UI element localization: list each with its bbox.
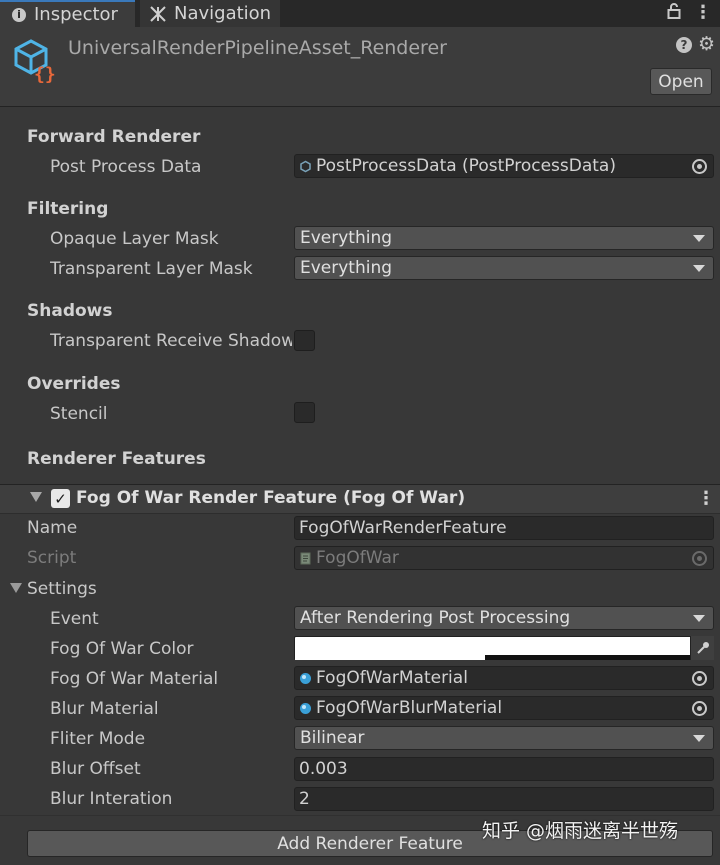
fog-color-alpha-fill	[295, 655, 485, 660]
blur-iteration-value: 2	[299, 789, 310, 809]
material-icon	[300, 702, 311, 714]
renderer-features-heading: Renderer Features	[27, 449, 206, 469]
stencil-checkbox[interactable]	[294, 402, 315, 423]
transparent-receive-shadows-label: Transparent Receive Shadows	[50, 331, 292, 351]
opaque-layer-mask-dropdown[interactable]: Everything	[294, 226, 714, 250]
fog-material-field[interactable]: FogOfWarMaterial	[294, 666, 714, 690]
feature-menu-icon[interactable]: ⋮	[697, 488, 715, 509]
blur-material-value: FogOfWarBlurMaterial	[316, 698, 503, 718]
script-asset-icon: {}	[12, 37, 58, 85]
chevron-down-icon	[693, 735, 705, 742]
feature-enabled-checkbox[interactable]: ✓	[51, 489, 70, 508]
blur-offset-label: Blur Offset	[50, 759, 141, 779]
filter-mode-label: Fliter Mode	[50, 729, 146, 749]
opaque-layer-mask-label: Opaque Layer Mask	[50, 229, 219, 249]
object-picker-icon[interactable]	[692, 671, 707, 686]
transparent-layer-mask-value: Everything	[300, 258, 393, 278]
script-field: FogOfWar	[294, 546, 714, 570]
event-value: After Rendering Post Processing	[300, 608, 571, 628]
fog-color-label: Fog Of War Color	[50, 639, 194, 659]
chevron-down-icon	[693, 615, 705, 622]
blur-offset-field[interactable]: 0.003	[294, 757, 714, 781]
tab-inspector-label: Inspector	[34, 4, 118, 25]
script-label: Script	[27, 548, 77, 568]
name-field[interactable]: FogOfWarRenderFeature	[294, 516, 714, 540]
fog-material-label: Fog Of War Material	[50, 669, 219, 689]
navigation-icon	[150, 5, 166, 22]
post-process-field[interactable]: PostProcessData (PostProcessData)	[294, 154, 714, 178]
opaque-layer-mask-value: Everything	[300, 228, 393, 248]
svg-text:{}: {}	[34, 64, 56, 83]
transparent-layer-mask-label: Transparent Layer Mask	[50, 259, 253, 279]
chevron-down-icon	[693, 265, 705, 272]
name-label: Name	[27, 518, 78, 538]
blur-iteration-label: Blur Interation	[50, 789, 173, 809]
transparent-layer-mask-dropdown[interactable]: Everything	[294, 256, 714, 280]
event-label: Event	[50, 609, 99, 629]
script-file-icon	[300, 552, 311, 564]
open-button[interactable]: Open	[650, 68, 712, 95]
script-value: FogOfWar	[316, 548, 399, 568]
blur-material-field[interactable]: FogOfWarBlurMaterial	[294, 696, 714, 720]
blur-iteration-field[interactable]: 2	[294, 787, 714, 811]
lock-icon[interactable]	[667, 3, 681, 23]
name-value: FogOfWarRenderFeature	[299, 518, 507, 538]
settings-label[interactable]: Settings	[27, 579, 267, 599]
settings-foldout-icon[interactable]	[10, 583, 22, 593]
chevron-down-icon	[693, 235, 705, 242]
shadows-heading: Shadows	[27, 301, 113, 321]
gear-icon[interactable]: ⚙	[698, 33, 715, 55]
blur-offset-value: 0.003	[299, 759, 348, 779]
tab-navigation[interactable]: Navigation	[140, 0, 280, 27]
kebab-icon[interactable]: ⋮	[694, 2, 712, 23]
info-icon: i	[12, 7, 26, 22]
event-dropdown[interactable]: After Rendering Post Processing	[294, 606, 714, 630]
asset-title: UniversalRenderPipelineAsset_Renderer	[68, 37, 447, 59]
filtering-heading: Filtering	[27, 199, 109, 219]
fog-material-value: FogOfWarMaterial	[316, 668, 468, 688]
filter-mode-value: Bilinear	[300, 728, 365, 748]
watermark-text: 知乎 @烟雨迷离半世殇	[482, 820, 679, 842]
help-icon[interactable]: ?	[676, 37, 692, 53]
post-process-label: Post Process Data	[50, 157, 202, 177]
filter-mode-dropdown[interactable]: Bilinear	[294, 726, 714, 750]
tab-inspector[interactable]: i Inspector	[0, 0, 135, 27]
stencil-label: Stencil	[50, 404, 108, 424]
transparent-receive-shadows-checkbox[interactable]	[294, 330, 315, 351]
eyedropper-icon[interactable]	[690, 636, 714, 660]
forward-renderer-heading: Forward Renderer	[27, 127, 201, 147]
object-picker-icon[interactable]	[692, 701, 707, 716]
post-process-value: PostProcessData (PostProcessData)	[316, 156, 616, 176]
overrides-heading: Overrides	[27, 374, 121, 394]
asset-object-icon	[300, 160, 311, 172]
object-picker-icon	[692, 551, 707, 566]
material-icon	[300, 672, 311, 684]
tab-navigation-label: Navigation	[174, 3, 272, 24]
object-picker-icon[interactable]	[692, 159, 707, 174]
feature-title: Fog Of War Render Feature (Fog Of War)	[76, 488, 466, 508]
foldout-triangle-icon[interactable]	[30, 492, 42, 502]
blur-material-label: Blur Material	[50, 699, 159, 719]
